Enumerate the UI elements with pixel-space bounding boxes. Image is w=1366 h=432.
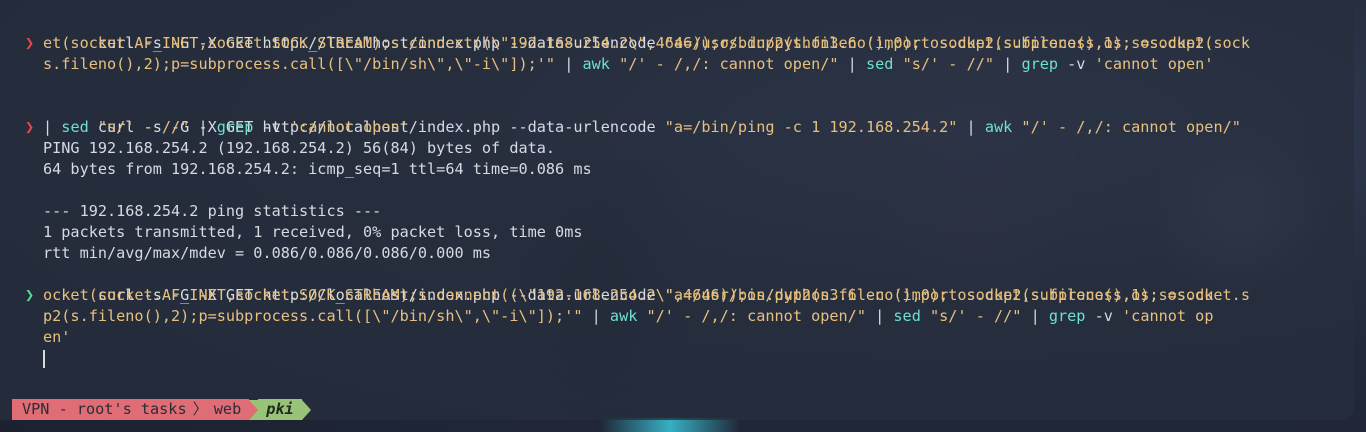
command-line-wrap: et(socket.AF_INET,socket.SOCK_STREAM);s.… [43,34,1214,52]
output-line: 64 bytes from 192.168.254.2: icmp_seq=1 … [43,160,592,178]
command-line-wrap: en' [43,328,71,346]
background-neon [600,418,740,432]
command-line-wrap: p2(s.fileno(),2);p=subprocess.call([\"/b… [43,307,1214,325]
command-line: ❯ curl -s -G -X GET http://localhost/inde… [25,286,1250,304]
command-line: ❯ curl -s -G -X GET http://localhost/inde… [25,34,1250,52]
output-line: rtt min/avg/max/mdev = 0.086/0.086/0.086… [43,244,492,262]
output-line: --- 192.168.254.2 ping statistics --- [43,202,382,220]
tmux-status-bar: VPN - root's tasks 〉 web pki [12,399,311,420]
active-window-segment: pki [258,399,302,420]
powerline-arrow-icon [301,399,311,420]
prompt-ok-icon: ❯ [25,286,35,304]
session-segment: VPN - root's tasks 〉 web [12,399,250,420]
command-line: ❯ curl -s -G -X GET http://localhost/inde… [25,118,1241,136]
powerline-arrow-icon [249,399,259,420]
command-line-wrap: ocket(socket.AF_INET,socket.SOCK_STREAM)… [43,286,1214,304]
chevron-right-icon: 〉 [192,400,208,418]
terminal-output: ❯ curl -s -G -X GET http://localhost/inde… [25,12,1333,369]
input-line[interactable] [43,348,1333,369]
prompt-error-icon: ❯ [25,118,35,136]
command-line-wrap: s.fileno(),2);p=subprocess.call([\"/bin/… [43,55,1214,73]
prompt-error-icon: ❯ [25,34,35,52]
text-cursor [43,349,45,368]
output-line: 1 packets transmitted, 1 received, 0% pa… [43,223,583,241]
terminal-window[interactable]: ❯ curl -s -G -X GET http://localhost/inde… [0,0,1354,420]
output-line: PING 192.168.254.2 (192.168.254.2) 56(84… [43,139,556,157]
